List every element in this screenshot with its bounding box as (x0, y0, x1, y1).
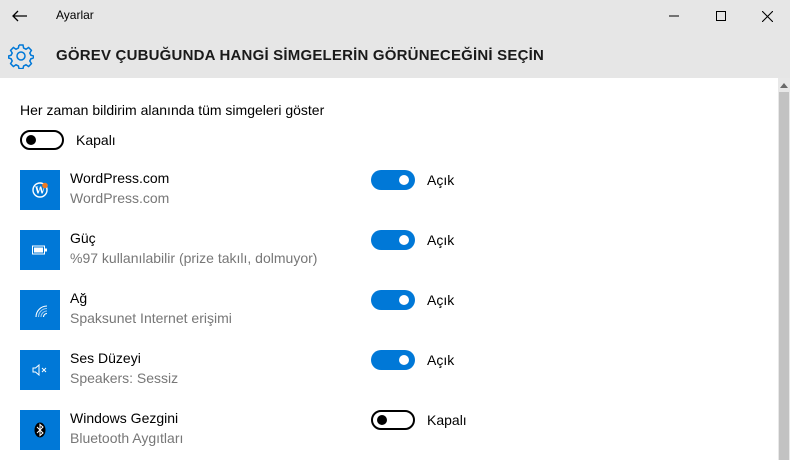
toggle-knob (399, 355, 409, 365)
settings-content: Her zaman bildirim alanında tüm simgeler… (0, 78, 778, 460)
list-item-wordpress: W WordPress.com WordPress.com Açık (0, 170, 778, 214)
minimize-button[interactable] (651, 0, 697, 32)
toggle-knob (399, 175, 409, 185)
always-show-state: Kapalı (76, 132, 116, 148)
maximize-icon (716, 11, 726, 21)
app-tile (20, 350, 60, 390)
gear-icon (8, 44, 34, 69)
page-header: GÖREV ÇUBUĞUNDA HANGİ SİMGELERİN GÖRÜNEC… (0, 32, 790, 78)
toggle-knob (399, 235, 409, 245)
item-description: Spaksunet Internet erişimi (70, 310, 232, 326)
app-title: Ayarlar (56, 8, 94, 22)
item-toggle[interactable] (371, 230, 415, 250)
item-toggle[interactable] (371, 290, 415, 310)
item-description: %97 kullanılabilir (prize takılı, dolmuy… (70, 250, 318, 266)
list-item-explorer: Windows Gezgini Bluetooth Aygıtları Kapa… (0, 410, 778, 454)
item-description: WordPress.com (70, 190, 170, 206)
maximize-button[interactable] (698, 0, 744, 32)
item-state: Açık (427, 352, 455, 368)
item-state: Kapalı (427, 412, 467, 428)
item-name: Güç (70, 230, 96, 246)
item-description: Bluetooth Aygıtları (70, 430, 184, 446)
page-title: GÖREV ÇUBUĞUNDA HANGİ SİMGELERİN GÖRÜNEC… (56, 47, 545, 64)
close-icon (761, 10, 773, 22)
close-button[interactable] (744, 0, 790, 32)
item-name: WordPress.com (70, 170, 170, 186)
item-name: Ses Düzeyi (70, 350, 141, 366)
item-state: Açık (427, 232, 455, 248)
wordpress-icon: W (32, 182, 48, 198)
always-show-toggle[interactable] (20, 130, 64, 150)
item-state: Açık (427, 292, 455, 308)
item-name: Windows Gezgini (70, 410, 179, 426)
list-item-network: Ağ Spaksunet Internet erişimi Açık (0, 290, 778, 334)
app-tile: W (20, 170, 60, 210)
item-state: Açık (427, 172, 455, 188)
back-button[interactable] (4, 0, 36, 32)
battery-icon (32, 245, 47, 255)
scrollbar-thumb[interactable] (779, 92, 789, 460)
toggle-knob (26, 135, 36, 145)
title-bar: Ayarlar (0, 0, 790, 32)
wifi-icon (35, 305, 48, 318)
bluetooth-icon (34, 422, 46, 438)
speaker-muted-icon (32, 364, 47, 376)
item-description: Speakers: Sessiz (70, 370, 179, 386)
app-tile (20, 410, 60, 450)
minimize-icon (669, 15, 679, 17)
list-item-power: Güç %97 kullanılabilir (prize takılı, do… (0, 230, 778, 274)
item-toggle[interactable] (371, 350, 415, 370)
app-tile (20, 290, 60, 330)
scrollbar[interactable] (778, 78, 790, 460)
item-toggle[interactable] (371, 410, 415, 430)
list-item-volume: Ses Düzeyi Speakers: Sessiz Açık (0, 350, 778, 394)
item-name: Ağ (70, 290, 88, 306)
app-tile (20, 230, 60, 270)
scroll-up-button[interactable] (778, 78, 790, 92)
toggle-knob (399, 295, 409, 305)
always-show-label: Her zaman bildirim alanında tüm simgeler… (20, 102, 325, 118)
back-arrow-icon (12, 10, 27, 22)
chevron-up-icon (780, 82, 788, 88)
toggle-knob (377, 415, 387, 425)
item-toggle[interactable] (371, 170, 415, 190)
